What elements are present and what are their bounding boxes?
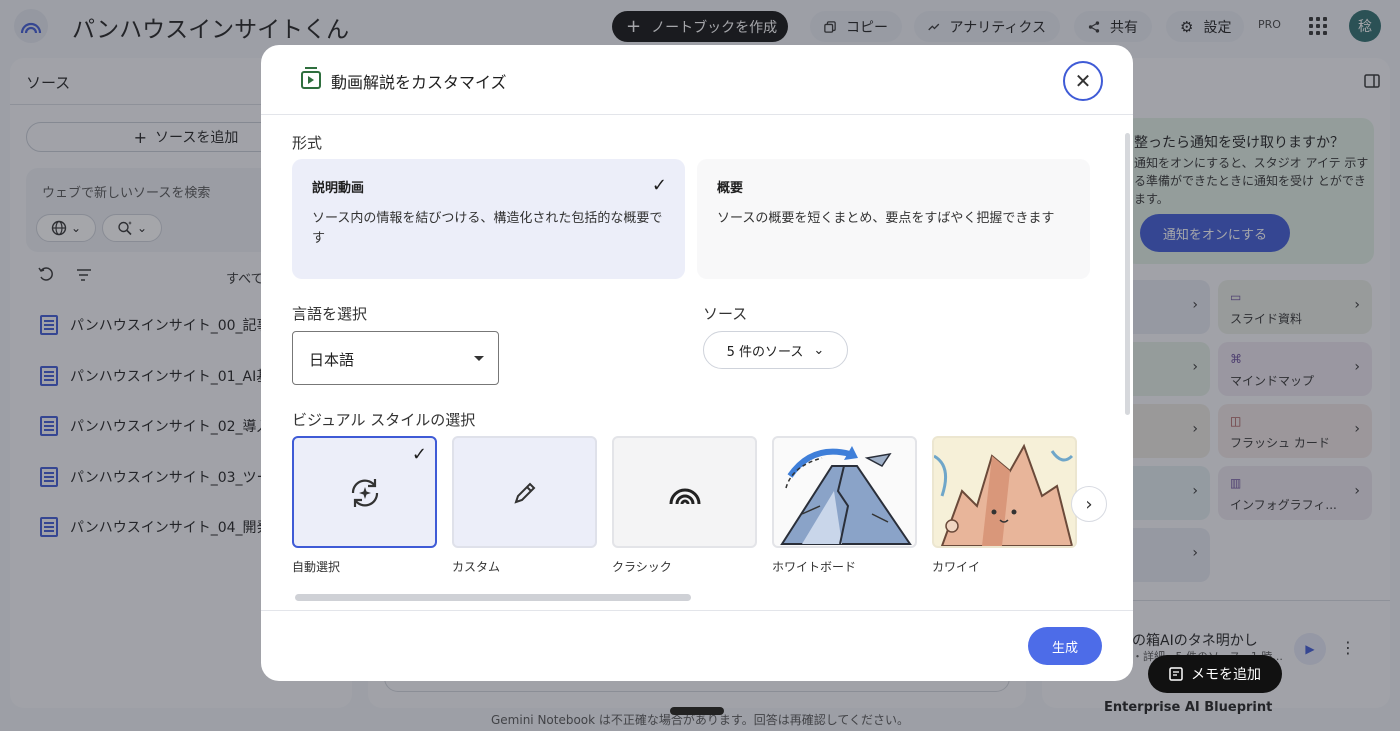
customize-video-dialog: 動画解説をカスタマイズ ✕ 形式 説明動画 ✓ ソース内の情報を結びつける、構造… (261, 45, 1133, 681)
language-label: 言語を選択 (292, 305, 368, 323)
next-styles-button[interactable]: › (1071, 486, 1107, 522)
style-label-classic: クラシック (612, 560, 672, 574)
style-card-kawaii[interactable] (932, 436, 1077, 548)
format-option-overview[interactable]: 概要 ソースの概要を短くまとめ、要点をすばやく把握できます (697, 159, 1090, 279)
generate-button[interactable]: 生成 (1028, 627, 1102, 665)
close-button[interactable]: ✕ (1063, 61, 1103, 101)
auto-sync-icon (351, 479, 379, 507)
style-label-whiteboard: ホワイトボード (772, 560, 857, 574)
format-option-explainer[interactable]: 説明動画 ✓ ソース内の情報を結びつける、構造化された包括的な概要です (292, 159, 685, 279)
format-label: 形式 (292, 134, 323, 152)
chevron-down-icon: ⌄ (813, 342, 825, 358)
style-card-auto[interactable]: ✓ (292, 436, 437, 548)
whiteboard-volcano-image (780, 446, 912, 545)
rainbow-logo-icon (669, 488, 701, 505)
horizontal-scrollbar[interactable] (295, 594, 691, 601)
language-select[interactable]: 日本語 (292, 331, 499, 385)
chevron-right-icon: › (1085, 493, 1093, 515)
visual-style-label: ビジュアル スタイルの選択 (292, 411, 476, 429)
close-icon: ✕ (1074, 69, 1092, 93)
dialog-title: 動画解説をカスタマイズ (331, 73, 507, 92)
style-label-custom: カスタム (452, 560, 501, 574)
dialog-header: 動画解説をカスタマイズ ✕ (261, 45, 1133, 115)
pencil-icon (514, 482, 536, 504)
style-card-classic[interactable] (612, 436, 757, 548)
add-note-button[interactable]: メモを追加 (1148, 655, 1282, 693)
vertical-scrollbar[interactable] (1125, 133, 1130, 415)
style-label-auto: 自動選択 (292, 560, 341, 574)
video-icon (301, 67, 321, 89)
divider (261, 610, 1133, 611)
dropdown-arrow-icon (474, 356, 484, 361)
style-card-custom[interactable] (452, 436, 597, 548)
style-card-whiteboard[interactable] (772, 436, 917, 548)
source-count-dropdown[interactable]: 5 件のソース ⌄ (703, 331, 848, 369)
check-icon: ✓ (651, 175, 667, 196)
style-label-kawaii: カワイイ (932, 560, 981, 574)
check-icon: ✓ (411, 444, 427, 465)
source-label: ソース (703, 305, 748, 323)
kawaii-mountain-image (934, 443, 1074, 546)
note-icon (1169, 667, 1183, 681)
resize-handle[interactable] (670, 707, 724, 715)
